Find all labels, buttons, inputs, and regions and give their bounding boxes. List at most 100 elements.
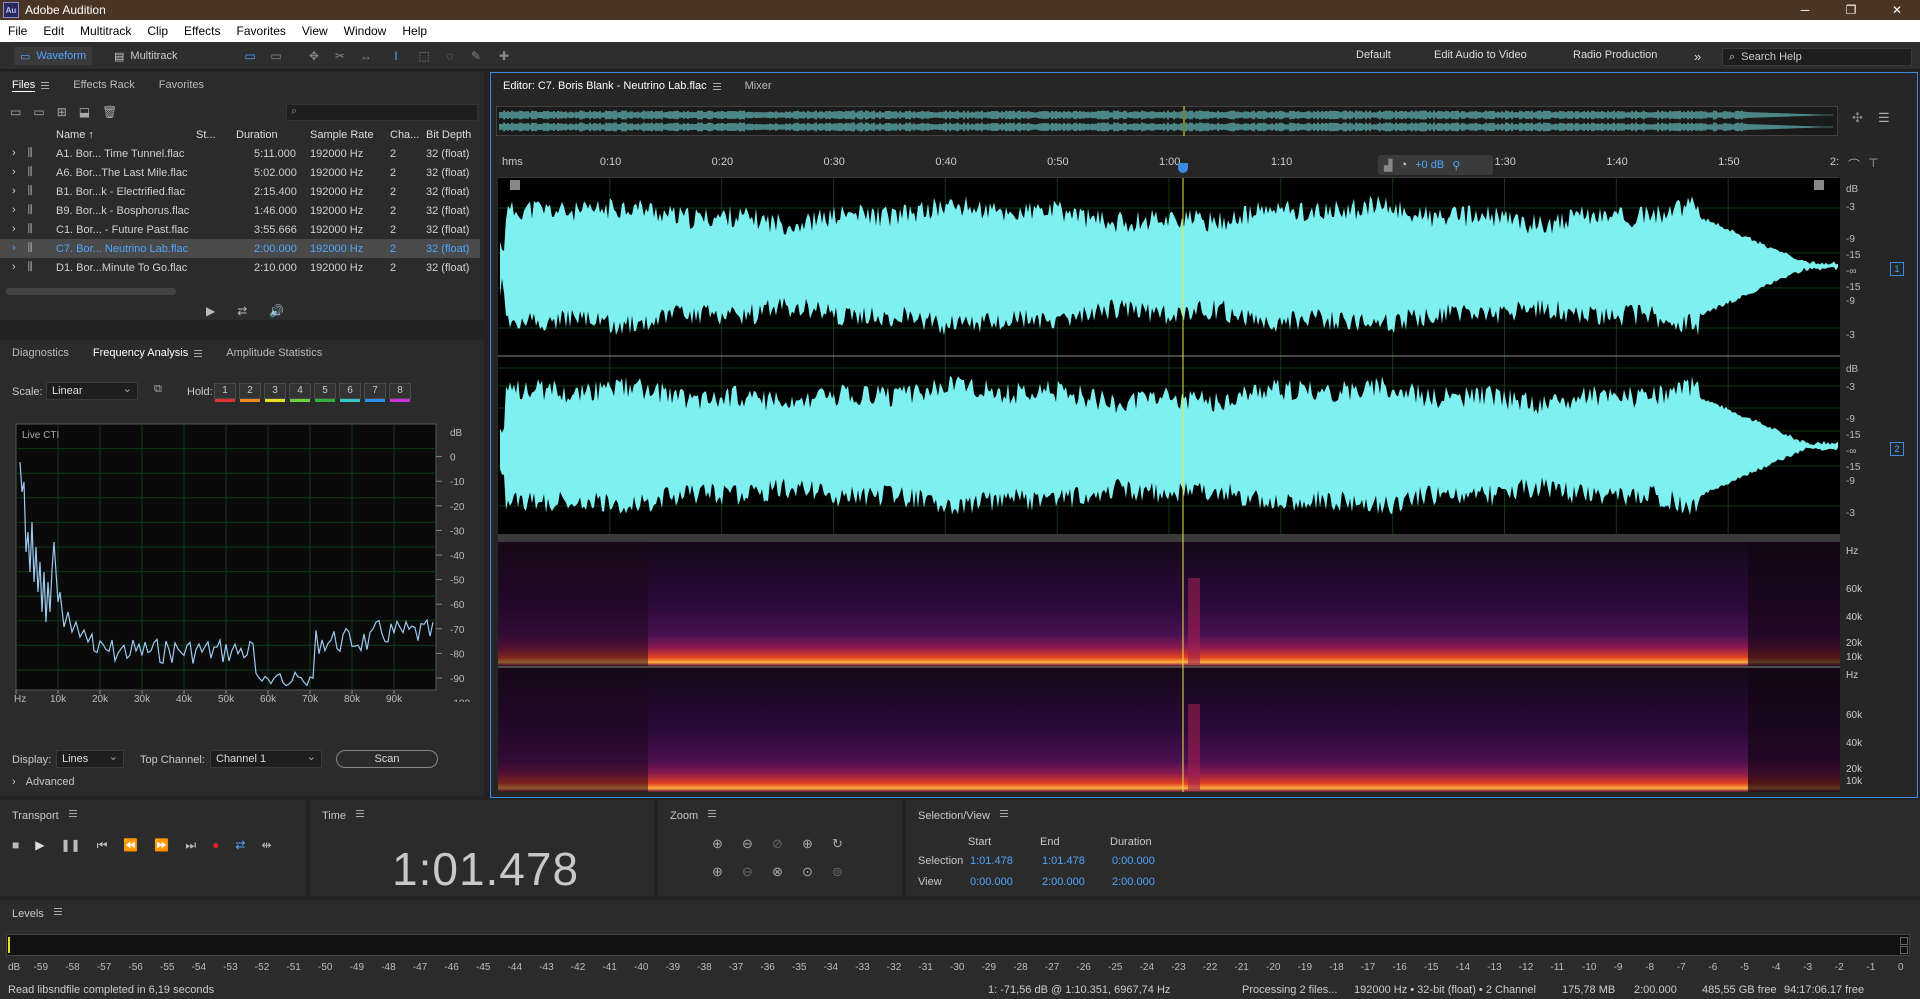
hold-button-1[interactable]: 1 [214,383,236,402]
menu-multitrack[interactable]: Multitrack [72,24,139,38]
loop-preview-icon[interactable]: ⇄ [237,304,247,318]
play-preview-icon[interactable]: ▶ [206,304,215,318]
file-row[interactable]: › ⫼ B1. Bor...k - Electrified.flac 2:15.400… [0,182,480,201]
view-start[interactable]: 0:00.000 [970,876,1013,888]
overview-waveform[interactable] [496,106,1838,136]
more-workspaces-icon[interactable]: » [1694,49,1701,64]
zoom-selection-icon[interactable]: ⊗ [772,864,802,880]
file-row[interactable]: › ⫼ D1. Bor...Minute To Go.flac 2:10.000 192… [0,258,480,277]
clip-indicator-right[interactable] [1900,946,1908,954]
panel-menu-icon[interactable] [999,810,1008,817]
zoom-out-icon[interactable]: ⊖ [742,864,772,880]
workspace-radio-production[interactable]: Radio Production [1573,49,1657,61]
go-to-end-button[interactable]: ⏭ [185,838,196,853]
menu-view[interactable]: View [294,24,336,38]
view-end[interactable]: 2:00.000 [1042,876,1085,888]
channel-enable-button[interactable]: 1 [1890,262,1904,276]
toggle-panel-icon[interactable]: ☰ [1878,110,1890,126]
tab-diagnostics[interactable]: Diagnostics [0,340,81,366]
fast-forward-button[interactable]: ⏩ [154,838,169,853]
hold-button-7[interactable]: 7 [364,383,386,402]
hold-button-8[interactable]: 8 [389,383,411,402]
rewind-button[interactable]: ⏪ [123,838,138,853]
maximize-button[interactable]: ❐ [1828,0,1874,20]
panel-menu-icon[interactable] [194,349,203,357]
pin-icon[interactable]: ⚲ [1452,159,1460,172]
panel-menu-icon[interactable] [41,81,50,89]
tab-favorites[interactable]: Favorites [147,72,216,98]
scan-button[interactable]: Scan [336,750,438,768]
open-file-icon[interactable]: ▭ [10,105,21,119]
go-to-start-button[interactable]: ⏮ [97,838,108,853]
autoplay-icon[interactable]: 🔊 [269,304,284,318]
display-dropdown[interactable]: Lines [56,750,124,768]
file-row[interactable]: › ⫼ A6. Bor...The Last Mile.flac 5:02.000 19… [0,163,480,182]
zoom-out-full-icon[interactable]: ⊚ [832,864,862,880]
menu-help[interactable]: Help [394,24,435,38]
zoom-in-amplitude-icon[interactable]: ⊕ [712,836,742,852]
col-name[interactable]: Name ↑ [52,126,192,144]
expand-icon[interactable] [1814,180,1824,190]
tab-frequency-analysis[interactable]: Frequency Analysis [81,340,214,366]
play-button[interactable]: ▶ [35,838,44,853]
zoom-out-amplitude-icon[interactable]: ⊖ [742,836,772,852]
edit-channel-icon[interactable] [510,180,520,190]
zoom-rotate-icon[interactable]: ↻ [832,836,862,852]
hold-button-5[interactable]: 5 [314,383,336,402]
hold-button-6[interactable]: 6 [339,383,361,402]
tab-effects-rack[interactable]: Effects Rack [61,72,147,98]
menu-clip[interactable]: Clip [139,24,176,38]
panel-menu-icon[interactable] [356,810,365,817]
file-row[interactable]: › ⫼ A1. Bor... Time Tunnel.flac 5:11.000 192… [0,144,480,163]
files-search-input[interactable]: ⌕ [286,104,478,121]
scale-dropdown[interactable]: Linear [46,382,138,400]
col-bit-depth[interactable]: Bit Depth [422,126,480,144]
workspace-default[interactable]: Default [1356,49,1391,61]
col-channels[interactable]: Cha... [386,126,422,144]
chevron-right-icon[interactable]: › [12,166,16,178]
col-duration[interactable]: Duration [232,126,306,144]
loop-button[interactable]: ⇄ [235,838,245,853]
menu-favorites[interactable]: Favorites [229,24,294,38]
selection-end[interactable]: 1:01.478 [1042,855,1085,867]
new-file-icon[interactable]: ⊞ [57,105,67,119]
file-row[interactable]: › ⫼ B9. Bor...k - Bosphorus.flac 1:46.000 19… [0,201,480,220]
view-duration[interactable]: 2:00.000 [1112,876,1155,888]
clip-indicator-left[interactable] [1900,937,1908,945]
col-sample-rate[interactable]: Sample Rate [306,126,386,144]
chevron-right-icon[interactable]: › [12,147,16,159]
stop-button[interactable]: ■ [12,838,19,853]
workspace-edit-audio-to-video[interactable]: Edit Audio to Video [1434,49,1527,61]
menu-effects[interactable]: Effects [176,24,228,38]
minimize-button[interactable]: ─ [1782,0,1828,20]
insert-into-multitrack-icon[interactable]: ⬓ [79,105,90,119]
chevron-right-icon[interactable]: › [12,204,16,216]
zoom-in-icon[interactable]: ⊕ [712,864,742,880]
move-tool-icon[interactable]: ✥ [306,48,322,64]
search-help-input[interactable]: ⌕ Search Help [1722,48,1912,66]
hold-button-3[interactable]: 3 [264,383,286,402]
tab-editor[interactable]: Editor: C7. Boris Blank - Neutrino Lab.f… [491,73,733,99]
spectral-divider[interactable] [498,534,1840,542]
skip-selection-button[interactable]: ⇹ [261,838,271,853]
file-row[interactable]: › ⫼ C1. Bor... - Future Past.flac 3:55.666 1… [0,220,480,239]
menu-file[interactable]: File [0,24,35,38]
hold-button-4[interactable]: 4 [289,383,311,402]
top-channel-dropdown[interactable]: Channel 1 [210,750,322,768]
panel-menu-icon[interactable] [53,908,62,915]
marquee-tool-icon[interactable]: ⬚ [416,48,432,64]
col-status[interactable]: St... [192,126,232,144]
file-row[interactable]: › ⫼ C7. Bor... Neutrino Lab.flac 2:00.000 19… [0,239,480,258]
copy-graph-icon[interactable]: ⧉ [154,383,162,396]
menu-edit[interactable]: Edit [35,24,72,38]
chevron-right-icon[interactable]: › [12,242,16,254]
waveform-spectral-view[interactable] [498,178,1840,792]
menu-window[interactable]: Window [336,24,395,38]
tab-files[interactable]: Files [0,72,61,98]
zoom-reset-icon[interactable]: ⊘ [772,836,802,852]
marker-icon[interactable]: ⊤ [1868,156,1878,170]
pause-button[interactable]: ❚❚ [60,838,80,853]
panel-menu-icon[interactable] [708,810,717,817]
gain-knob-icon[interactable]: ◔ [1400,159,1407,171]
headphones-icon[interactable]: ⌒ [1848,156,1860,173]
